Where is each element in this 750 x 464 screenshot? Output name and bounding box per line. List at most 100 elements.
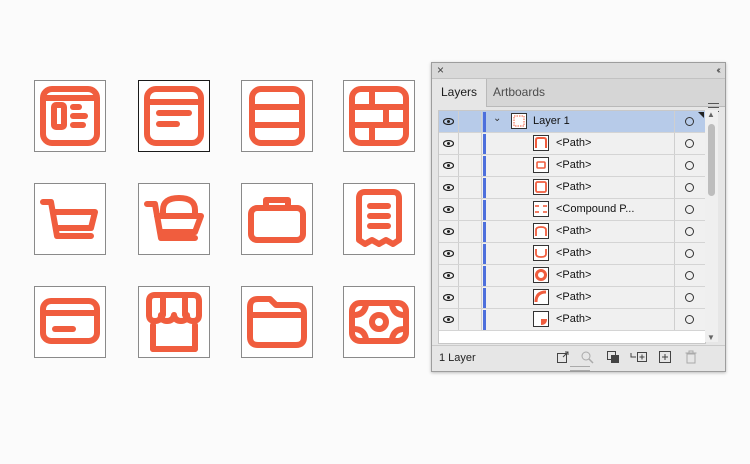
path-label[interactable]: <Compound P... xyxy=(556,203,634,215)
path-row[interactable]: <Compound P... xyxy=(439,199,705,221)
layer-color-bar xyxy=(483,266,486,286)
lock-toggle[interactable] xyxy=(459,177,482,198)
credit-card-icon xyxy=(40,298,100,344)
panel-footer: 1 Layer xyxy=(432,345,725,372)
layer-color-bar xyxy=(483,134,486,154)
target-circle[interactable] xyxy=(674,199,705,220)
visibility-eye-icon[interactable] xyxy=(439,111,459,132)
tab-layers[interactable]: Layers xyxy=(432,79,488,107)
expand-chevron-icon[interactable]: ⌄ xyxy=(493,113,501,124)
layer-color-bar xyxy=(483,112,486,132)
layer-row[interactable]: ⌄ Layer 1 xyxy=(439,111,705,133)
lock-toggle[interactable] xyxy=(459,287,482,308)
path-row[interactable]: <Path> xyxy=(439,133,705,155)
visibility-eye-icon[interactable] xyxy=(439,133,459,154)
path-row[interactable]: <Path> xyxy=(439,221,705,243)
locate-icon[interactable] xyxy=(580,350,594,364)
layer-color-bar xyxy=(483,288,486,308)
target-circle[interactable] xyxy=(674,265,705,286)
target-circle[interactable] xyxy=(674,133,705,154)
basket-cart-icon xyxy=(144,195,204,241)
tab-artboards[interactable]: Artboards xyxy=(484,79,554,106)
layer-color-bar xyxy=(483,200,486,220)
visibility-eye-icon[interactable] xyxy=(439,265,459,286)
stacked-rows-icon xyxy=(249,86,305,146)
layer-name[interactable]: Layer 1 xyxy=(533,115,570,127)
path-thumbnail xyxy=(533,267,549,283)
artboard-7[interactable] xyxy=(241,183,313,255)
artboard-8[interactable] xyxy=(343,183,415,255)
export-icon[interactable] xyxy=(556,350,570,364)
path-label[interactable]: <Path> xyxy=(556,291,591,303)
path-row[interactable]: <Path> xyxy=(439,287,705,309)
lock-toggle[interactable] xyxy=(459,309,482,330)
lock-toggle[interactable] xyxy=(459,265,482,286)
path-row[interactable]: <Path> xyxy=(439,155,705,177)
target-circle[interactable] xyxy=(674,111,705,132)
artboard-3[interactable] xyxy=(241,80,313,152)
lock-toggle[interactable] xyxy=(459,199,482,220)
scroll-thumb[interactable] xyxy=(708,124,715,196)
path-thumbnail xyxy=(533,157,549,173)
target-circle[interactable] xyxy=(674,177,705,198)
artboard-10[interactable] xyxy=(138,286,210,358)
lock-toggle[interactable] xyxy=(459,111,482,132)
layout-dashboard-icon xyxy=(40,86,100,146)
path-label[interactable]: <Path> xyxy=(556,181,591,193)
lock-toggle[interactable] xyxy=(459,155,482,176)
lock-toggle[interactable] xyxy=(459,133,482,154)
path-row[interactable]: <Path> xyxy=(439,309,705,331)
target-circle[interactable] xyxy=(674,309,705,330)
panel-title-bar[interactable]: × ‹‹ xyxy=(432,63,725,79)
scroll-up-icon[interactable]: ▲ xyxy=(707,110,715,119)
target-circle[interactable] xyxy=(674,243,705,264)
visibility-eye-icon[interactable] xyxy=(439,177,459,198)
visibility-eye-icon[interactable] xyxy=(439,199,459,220)
store-awning-icon xyxy=(146,292,202,352)
clipping-mask-icon[interactable] xyxy=(606,350,620,364)
path-label[interactable]: <Path> xyxy=(556,247,591,259)
resize-grip[interactable] xyxy=(570,366,590,371)
path-label[interactable]: <Path> xyxy=(556,225,591,237)
target-circle[interactable] xyxy=(674,155,705,176)
collapse-panel-button[interactable]: ‹‹ xyxy=(716,63,720,78)
artboard-5[interactable] xyxy=(34,183,106,255)
path-thumbnail xyxy=(533,223,549,239)
artboard-9[interactable] xyxy=(34,286,106,358)
brick-grid-icon xyxy=(349,86,409,146)
target-circle[interactable] xyxy=(674,287,705,308)
artboard-6[interactable] xyxy=(138,183,210,255)
path-label[interactable]: <Path> xyxy=(556,137,591,149)
visibility-eye-icon[interactable] xyxy=(439,309,459,330)
layer-count: 1 Layer xyxy=(439,352,476,364)
path-thumbnail xyxy=(533,311,549,327)
lock-toggle[interactable] xyxy=(459,221,482,242)
layers-scrollbar[interactable]: ▲ ▼ xyxy=(705,110,718,342)
new-layer-icon[interactable] xyxy=(658,350,672,364)
artboard-12[interactable] xyxy=(343,286,415,358)
trash-icon[interactable] xyxy=(684,350,698,364)
artboard-11[interactable] xyxy=(241,286,313,358)
artboard-4[interactable] xyxy=(343,80,415,152)
browser-window-icon xyxy=(144,86,204,146)
path-row[interactable]: <Path> xyxy=(439,243,705,265)
visibility-eye-icon[interactable] xyxy=(439,243,459,264)
target-circle[interactable] xyxy=(674,221,705,242)
layer-color-bar xyxy=(483,310,486,330)
layer-color-bar xyxy=(483,244,486,264)
artboard-2[interactable] xyxy=(138,80,210,152)
visibility-eye-icon[interactable] xyxy=(439,155,459,176)
path-row[interactable]: <Path> xyxy=(439,177,705,199)
scroll-down-icon[interactable]: ▼ xyxy=(707,333,715,342)
path-label[interactable]: <Path> xyxy=(556,159,591,171)
path-label[interactable]: <Path> xyxy=(556,313,591,325)
visibility-eye-icon[interactable] xyxy=(439,221,459,242)
path-label[interactable]: <Path> xyxy=(556,269,591,281)
new-sublayer-icon[interactable] xyxy=(630,350,648,364)
path-row[interactable]: <Path> xyxy=(439,265,705,287)
visibility-eye-icon[interactable] xyxy=(439,287,459,308)
artboard-1[interactable] xyxy=(34,80,106,152)
panel-tabs: Layers Artboards xyxy=(432,79,725,112)
close-panel-button[interactable]: × xyxy=(437,63,444,78)
lock-toggle[interactable] xyxy=(459,243,482,264)
